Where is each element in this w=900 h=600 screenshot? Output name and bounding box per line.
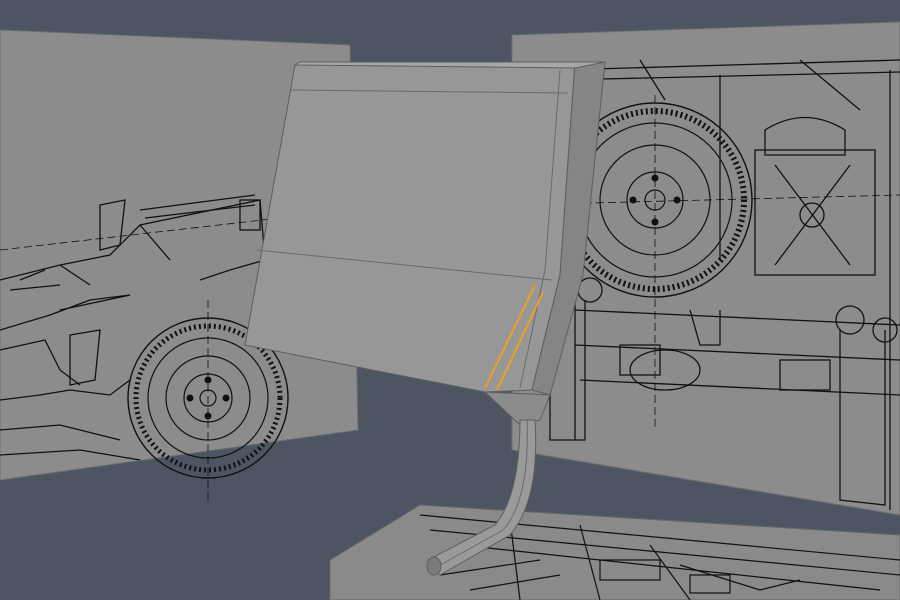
- 3d-viewport[interactable]: [0, 0, 900, 600]
- viewport-scene[interactable]: [0, 0, 900, 600]
